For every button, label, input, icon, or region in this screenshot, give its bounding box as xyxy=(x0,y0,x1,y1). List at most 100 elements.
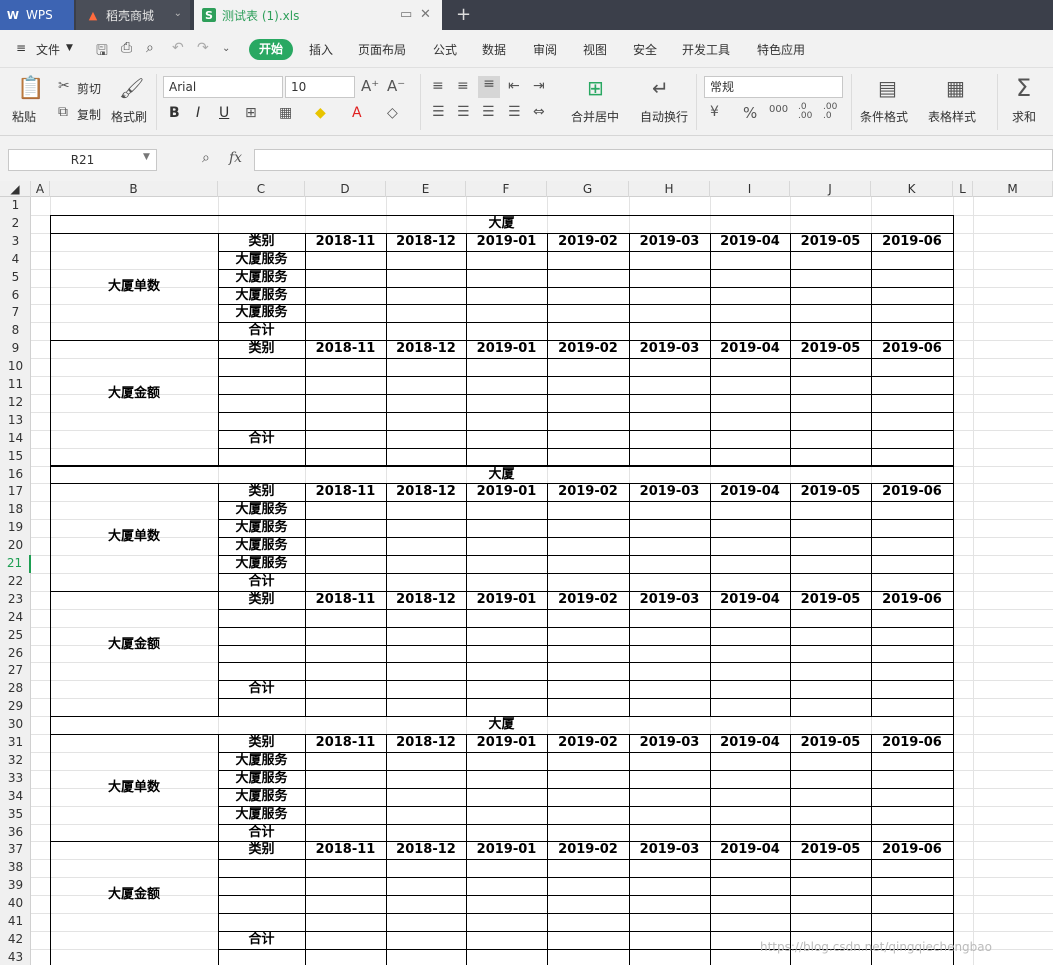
table-style-icon[interactable]: ▦ xyxy=(946,76,965,100)
redo-icon[interactable]: ↷ xyxy=(197,40,209,56)
row-header-36[interactable]: 36 xyxy=(0,824,31,842)
align-center-icon[interactable]: ☰ xyxy=(457,104,470,120)
row-header-11[interactable]: 11 xyxy=(0,376,31,394)
row-header-3[interactable]: 3 xyxy=(0,233,31,251)
print-icon[interactable]: ⎙ xyxy=(121,40,132,56)
font-shrink-icon[interactable]: A⁻ xyxy=(387,77,405,95)
row-header-34[interactable]: 34 xyxy=(0,788,31,806)
chevron-down-icon[interactable]: ⌄ xyxy=(174,8,182,19)
align-middle-icon[interactable]: ≡ xyxy=(457,78,469,94)
indent-icon[interactable]: ⇥ xyxy=(533,78,545,94)
tab-current-file[interactable]: S 测试表 (1).xls ▭ ✕ xyxy=(194,0,442,30)
row-header-41[interactable]: 41 xyxy=(0,913,31,931)
column-header-d[interactable]: D xyxy=(305,181,386,197)
row-header-5[interactable]: 5 xyxy=(0,269,31,287)
column-header-h[interactable]: H xyxy=(629,181,710,197)
row-header-18[interactable]: 18 xyxy=(0,501,31,519)
row-header-32[interactable]: 32 xyxy=(0,752,31,770)
row-header-8[interactable]: 8 xyxy=(0,322,31,340)
merge-center-icon[interactable]: ⊞ xyxy=(587,76,604,100)
merge-center-button[interactable]: 合并居中 xyxy=(571,108,619,125)
fill-color-icon[interactable]: ◆ xyxy=(315,105,326,121)
column-header-a[interactable]: A xyxy=(31,181,50,197)
percent-button[interactable]: % xyxy=(743,104,757,122)
cell-area[interactable]: 大厦 大厦单数 大厦金额 类别 2018-11 2018-12 2019-01 2019-02… xyxy=(31,197,1053,965)
column-header-f[interactable]: F xyxy=(466,181,547,197)
new-tab-button[interactable]: + xyxy=(456,4,471,25)
formula-input[interactable] xyxy=(254,149,1053,171)
font-name-select[interactable]: Arial xyxy=(163,76,283,98)
paste-button[interactable]: 粘贴 xyxy=(12,108,36,125)
column-header-k[interactable]: K xyxy=(871,181,953,197)
row-header-33[interactable]: 33 xyxy=(0,770,31,788)
menu-view[interactable]: 视图 xyxy=(583,41,607,58)
align-top-icon[interactable]: ≡ xyxy=(432,78,444,94)
menu-special[interactable]: 特色应用 xyxy=(757,41,805,58)
table-style-button[interactable]: 表格样式 xyxy=(928,108,976,125)
fx-icon[interactable]: fx xyxy=(229,150,242,166)
conditional-format-button[interactable]: 条件格式 xyxy=(860,108,908,125)
sum-button[interactable]: 求和 xyxy=(1012,108,1036,125)
cell-style-icon[interactable]: ▦ xyxy=(279,105,292,121)
row-header-43[interactable]: 43 xyxy=(0,949,31,967)
row-header-15[interactable]: 15 xyxy=(0,448,31,466)
row-header-39[interactable]: 39 xyxy=(0,877,31,895)
row-header-22[interactable]: 22 xyxy=(0,573,31,591)
decimal-decrease-button[interactable]: .00 .0 xyxy=(823,103,837,121)
hamburger-icon[interactable]: ≡ xyxy=(16,41,26,55)
row-header-37[interactable]: 37 xyxy=(0,841,31,859)
align-left-icon[interactable]: ☰ xyxy=(432,104,445,120)
menu-review[interactable]: 审阅 xyxy=(533,41,557,58)
row-header-30[interactable]: 30 xyxy=(0,716,31,734)
menu-start[interactable]: 开始 xyxy=(249,39,293,60)
menu-page-layout[interactable]: 页面布局 xyxy=(358,41,406,58)
customize-toolbar-icon[interactable]: ⌄ xyxy=(222,43,230,54)
row-header-17[interactable]: 17 xyxy=(0,483,31,501)
row-header-7[interactable]: 7 xyxy=(0,304,31,322)
cut-button[interactable]: 剪切 xyxy=(77,80,101,97)
tab-wps-home[interactable]: W WPS xyxy=(0,0,74,30)
column-header-c[interactable]: C xyxy=(218,181,305,197)
sum-icon[interactable]: Σ xyxy=(1016,74,1031,102)
paste-icon[interactable]: 📋 xyxy=(17,76,44,101)
font-grow-icon[interactable]: A⁺ xyxy=(361,77,379,95)
scissors-icon[interactable]: ✂ xyxy=(58,78,70,94)
row-header-23[interactable]: 23 xyxy=(0,591,31,609)
outdent-icon[interactable]: ⇤ xyxy=(508,78,520,94)
menu-developer[interactable]: 开发工具 xyxy=(682,41,730,58)
row-header-31[interactable]: 31 xyxy=(0,734,31,752)
print-preview-icon[interactable]: ⌕ xyxy=(146,40,154,56)
column-header-e[interactable]: E xyxy=(386,181,466,197)
row-header-13[interactable]: 13 xyxy=(0,412,31,430)
justify-icon[interactable]: ☰ xyxy=(508,104,521,120)
row-header-25[interactable]: 25 xyxy=(0,627,31,645)
row-header-38[interactable]: 38 xyxy=(0,859,31,877)
row-header-19[interactable]: 19 xyxy=(0,519,31,537)
border-icon[interactable]: ⊞ xyxy=(245,105,257,121)
row-header-12[interactable]: 12 xyxy=(0,394,31,412)
row-header-14[interactable]: 14 xyxy=(0,430,31,448)
distributed-icon[interactable]: ⇔ xyxy=(533,104,545,120)
row-header-26[interactable]: 26 xyxy=(0,645,31,663)
decimal-increase-button[interactable]: .0 .00 xyxy=(798,103,812,121)
number-format-select[interactable]: 常规 xyxy=(704,76,843,98)
tab-docer-store[interactable]: ▲ 稻壳商城 ⌄ xyxy=(76,0,190,30)
column-header-g[interactable]: G xyxy=(547,181,629,197)
copy-icon[interactable]: ⧉ xyxy=(58,104,68,120)
format-painter-button[interactable]: 格式刷 xyxy=(111,108,147,125)
bold-button[interactable]: B xyxy=(169,105,180,121)
format-painter-icon[interactable]: 🖌 xyxy=(119,76,144,100)
row-header-24[interactable]: 24 xyxy=(0,609,31,627)
row-header-35[interactable]: 35 xyxy=(0,806,31,824)
copy-button[interactable]: 复制 xyxy=(77,106,101,123)
row-header-20[interactable]: 20 xyxy=(0,537,31,555)
chevron-down-icon[interactable]: ▼ xyxy=(66,43,73,53)
wrap-text-button[interactable]: 自动换行 xyxy=(640,108,688,125)
menu-formula[interactable]: 公式 xyxy=(433,41,457,58)
align-right-icon[interactable]: ☰ xyxy=(482,104,495,120)
menu-file[interactable]: 文件 xyxy=(36,41,60,58)
chevron-down-icon[interactable]: ▼ xyxy=(143,152,150,162)
row-header-9[interactable]: 9 xyxy=(0,340,31,358)
float-window-icon[interactable]: ▭ xyxy=(400,7,412,22)
menu-data[interactable]: 数据 xyxy=(482,41,506,58)
